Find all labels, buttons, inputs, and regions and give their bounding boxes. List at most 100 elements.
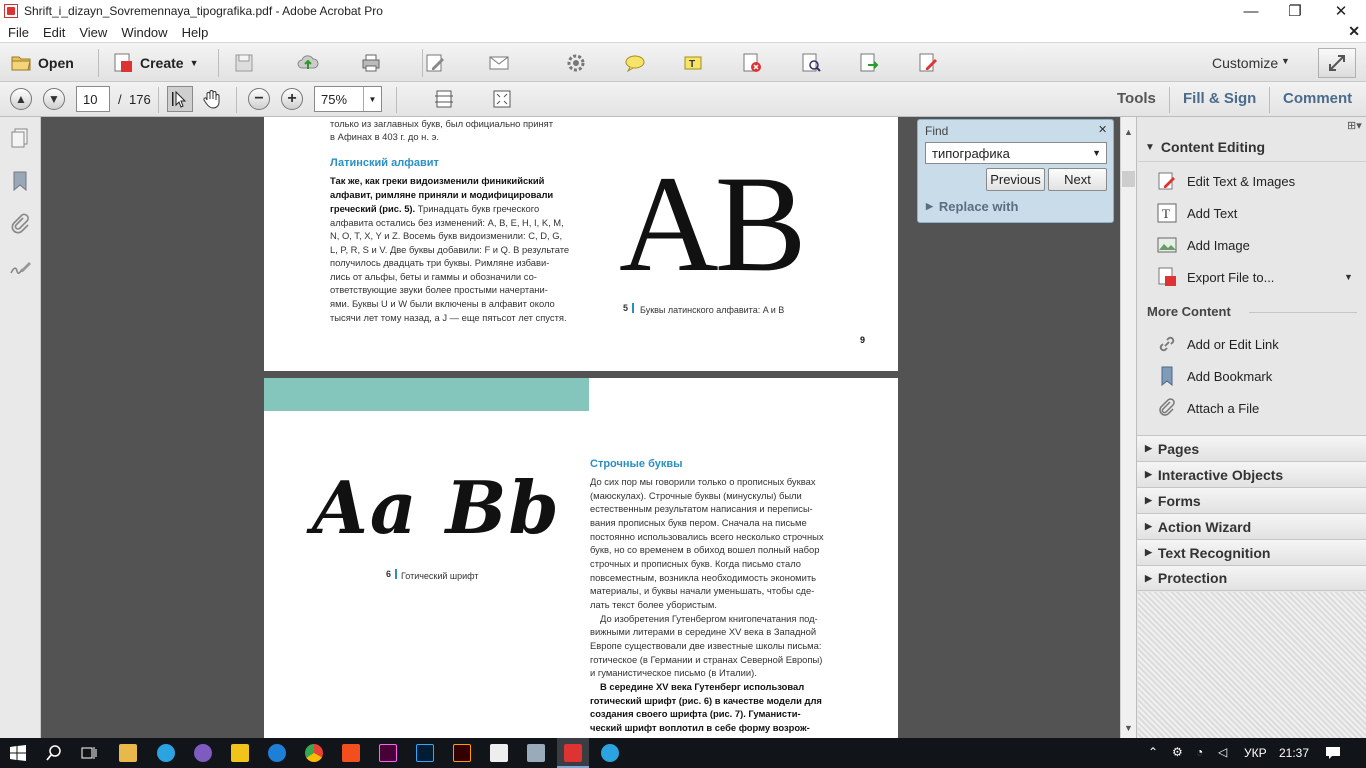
- previous-page-button[interactable]: ▲: [10, 88, 32, 110]
- edit-text-images-item[interactable]: Edit Text & Images: [1157, 171, 1295, 191]
- hand-tool-icon[interactable]: [201, 88, 223, 110]
- page-thumbnails-icon[interactable]: [9, 127, 31, 149]
- email-icon[interactable]: [488, 52, 510, 74]
- zoom-select[interactable]: 75% ▼: [314, 86, 382, 112]
- open-button[interactable]: Open: [10, 52, 74, 74]
- section-protection[interactable]: ▶ Protection: [1137, 565, 1366, 591]
- maximize-button[interactable]: ❐: [1272, 0, 1318, 22]
- chrome-icon[interactable]: [305, 744, 323, 762]
- attachments-icon[interactable]: [9, 213, 31, 235]
- language-indicator[interactable]: УКР: [1244, 746, 1267, 760]
- comment-tab[interactable]: Comment: [1283, 90, 1352, 107]
- sign-page-icon[interactable]: [917, 52, 939, 74]
- bookmarks-icon[interactable]: [9, 170, 31, 192]
- zoom-chevron-icon[interactable]: ▼: [363, 87, 381, 111]
- export-page-icon[interactable]: [858, 52, 880, 74]
- cloud-upload-icon[interactable]: [297, 52, 319, 74]
- replace-with-toggle[interactable]: ▶ Replace with: [926, 199, 1018, 214]
- find-dropdown-icon[interactable]: ▼: [1092, 148, 1101, 158]
- delete-page-icon[interactable]: [741, 52, 763, 74]
- clock[interactable]: 21:37: [1279, 746, 1309, 760]
- scroll-up-icon[interactable]: ▲: [1124, 127, 1133, 137]
- menu-window[interactable]: Window: [115, 25, 173, 40]
- tools-tab[interactable]: Tools: [1117, 90, 1156, 107]
- zoom-in-button[interactable]: +: [281, 88, 303, 110]
- section-pages[interactable]: ▶ Pages: [1137, 435, 1366, 461]
- fit-width-icon[interactable]: [433, 88, 455, 110]
- page9-body-line: ответствующие звуки более простыми начер…: [330, 284, 548, 295]
- windows-start-icon[interactable]: [10, 745, 26, 761]
- close-window-button[interactable]: ✕: [1318, 0, 1364, 22]
- wifi-icon[interactable]: ◔: [1196, 745, 1203, 759]
- pane-options-icon[interactable]: ⊞▾: [1347, 119, 1362, 132]
- volume-icon[interactable]: ◁: [1218, 745, 1227, 759]
- add-bookmark-item[interactable]: Add Bookmark: [1157, 366, 1272, 386]
- scroll-thumb[interactable]: [1122, 171, 1135, 187]
- replace-with-label: Replace with: [938, 199, 1019, 214]
- export-file-item[interactable]: Export File to...: [1157, 267, 1274, 287]
- previous-button[interactable]: Previous: [986, 168, 1045, 191]
- movie-maker-icon[interactable]: [490, 744, 508, 762]
- menu-file[interactable]: File: [2, 25, 35, 40]
- internet-explorer-icon[interactable]: [268, 744, 286, 762]
- fit-page-icon[interactable]: [491, 88, 513, 110]
- add-image-item[interactable]: Add Image: [1157, 235, 1250, 255]
- next-page-button[interactable]: ▼: [43, 88, 65, 110]
- print-icon[interactable]: [360, 52, 382, 74]
- search-document-icon[interactable]: [800, 52, 822, 74]
- figma-icon[interactable]: [342, 744, 360, 762]
- telegram-icon[interactable]: [157, 744, 175, 762]
- gear-icon[interactable]: [565, 52, 587, 74]
- save-icon[interactable]: [233, 52, 255, 74]
- customize-label[interactable]: Customize: [1212, 55, 1278, 71]
- section-action-wizard[interactable]: ▶ Action Wizard: [1137, 513, 1366, 539]
- plus-icon: +: [287, 90, 297, 107]
- export-chevron-icon[interactable]: ▼: [1344, 272, 1353, 282]
- viber-icon[interactable]: [194, 744, 212, 762]
- menu-view[interactable]: View: [73, 25, 113, 40]
- section-forms[interactable]: ▶ Forms: [1137, 487, 1366, 513]
- content-editing-header[interactable]: ▼ Content Editing: [1137, 134, 1366, 160]
- photoshop-icon[interactable]: [416, 744, 434, 762]
- find-input[interactable]: типографика ▼: [925, 142, 1107, 164]
- attach-file-item[interactable]: Attach a File: [1157, 398, 1259, 418]
- scroll-down-icon[interactable]: ▼: [1124, 723, 1133, 733]
- create-button[interactable]: Create ▼: [112, 52, 199, 74]
- illustrator-icon[interactable]: [453, 744, 471, 762]
- page-number-input[interactable]: 10: [76, 86, 110, 112]
- menu-edit[interactable]: Edit: [37, 25, 71, 40]
- signatures-icon[interactable]: [9, 256, 31, 278]
- next-button[interactable]: Next: [1048, 168, 1107, 191]
- page9-mixed-line: греческий (рис. 5). Тринадцать букв греч…: [330, 202, 539, 216]
- section-text-recognition[interactable]: ▶ Text Recognition: [1137, 539, 1366, 565]
- menu-help[interactable]: Help: [176, 25, 215, 40]
- minimize-button[interactable]: —: [1228, 0, 1274, 22]
- navigation-pane: [0, 117, 41, 738]
- network-icon[interactable]: ⚙: [1172, 745, 1183, 759]
- chevron-up-icon[interactable]: ⌃: [1148, 745, 1158, 759]
- acrobat-taskbar-button[interactable]: [557, 738, 589, 768]
- fullscreen-button[interactable]: [1318, 48, 1356, 78]
- highlight-icon[interactable]: T: [682, 52, 704, 74]
- task-view-icon[interactable]: [81, 745, 97, 761]
- page10-para1-line: строчных и прописных букв. Когда письмо …: [590, 558, 801, 569]
- edit-document-icon[interactable]: [424, 52, 446, 74]
- fill-sign-tab[interactable]: Fill & Sign: [1183, 90, 1256, 107]
- zoom-out-button[interactable]: −: [248, 88, 270, 110]
- vertical-scrollbar[interactable]: ▲ ▼: [1120, 117, 1136, 738]
- comment-bubble-icon[interactable]: [624, 52, 646, 74]
- select-tool-button[interactable]: [167, 86, 193, 112]
- adobe-xd-icon[interactable]: [379, 744, 397, 762]
- section-interactive-objects[interactable]: ▶ Interactive Objects: [1137, 461, 1366, 487]
- search-icon[interactable]: [46, 745, 62, 761]
- notes-app-icon[interactable]: [231, 744, 249, 762]
- add-edit-link-item[interactable]: Add or Edit Link: [1157, 334, 1279, 354]
- telegram-2-icon[interactable]: [601, 744, 619, 762]
- add-text-item[interactable]: T Add Text: [1157, 203, 1237, 223]
- remote-desktop-icon[interactable]: [527, 744, 545, 762]
- notifications-icon[interactable]: [1325, 745, 1341, 761]
- customize-chevron-icon[interactable]: ▼: [1281, 56, 1290, 66]
- file-explorer-icon[interactable]: [119, 744, 137, 762]
- close-find-icon[interactable]: ✕: [1098, 123, 1107, 136]
- close-document-button[interactable]: ✕: [1348, 23, 1360, 40]
